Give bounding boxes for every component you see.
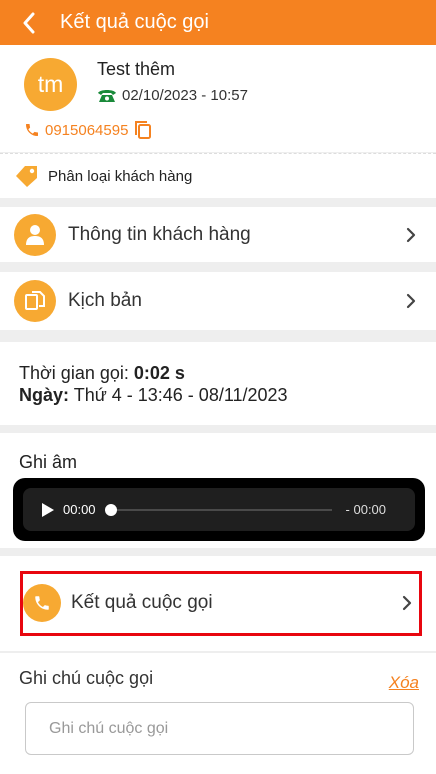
contact-datetime-value: 02/10/2023 - 10:57 <box>122 87 248 104</box>
call-result-label: Kết quả cuộc gọi <box>71 592 213 613</box>
tag-icon <box>16 166 37 187</box>
chevron-right-icon <box>406 293 416 309</box>
remaining-time: - 00:00 <box>345 502 387 517</box>
phone-icon <box>26 124 38 136</box>
recording-section: Ghi âm 00:00 - 00:00 <box>0 433 436 548</box>
script-row[interactable]: Kịch bản <box>0 272 436 330</box>
call-result-row[interactable]: Kết quả cuộc gọi <box>0 580 436 626</box>
contact-name: Test thêm <box>97 59 176 79</box>
user-icon <box>14 213 56 256</box>
call-duration-label: Thời gian gọi: <box>19 363 129 383</box>
back-icon[interactable] <box>18 12 40 34</box>
call-note-section: Ghi chú cuộc gọi Xóa <box>0 653 436 774</box>
call-date: Ngày: Thứ 4 - 13:46 - 08/11/2023 <box>19 384 436 406</box>
call-date-label: Ngày: <box>19 385 70 405</box>
telephone-icon <box>98 90 116 102</box>
customer-info-row[interactable]: Thông tin khách hàng <box>0 207 436 262</box>
top-bar: Kết quả cuộc gọi <box>0 0 436 45</box>
note-input[interactable] <box>25 702 414 755</box>
page-title: Kết quả cuộc gọi <box>60 11 209 33</box>
call-info: Thời gian gọi: 0:02 s Ngày: Thứ 4 - 13:4… <box>0 342 436 425</box>
phone-row: 0915064595 <box>24 120 152 140</box>
phone-number[interactable]: 0915064595 <box>45 122 128 139</box>
avatar: tm <box>24 58 77 111</box>
classification-label: Phân loại khách hàng <box>48 167 193 185</box>
note-title: Ghi chú cuộc gọi <box>19 668 154 688</box>
chevron-right-icon <box>406 227 416 242</box>
seek-knob[interactable] <box>104 503 117 516</box>
script-label: Kịch bản <box>68 290 142 311</box>
current-time: 00:00 <box>63 502 96 517</box>
call-duration: Thời gian gọi: 0:02 s <box>19 362 436 384</box>
call-date-value: Thứ 4 - 13:46 - 08/11/2023 <box>73 385 288 405</box>
seek-bar[interactable] <box>104 503 332 516</box>
clear-note-link[interactable]: Xóa <box>389 673 419 693</box>
contact-header: tm Test thêm 02/10/2023 - 10:57 09150645… <box>0 45 436 152</box>
audio-player: 00:00 - 00:00 <box>13 478 425 541</box>
call-duration-value: 0:02 s <box>133 363 185 383</box>
call-result-section: Kết quả cuộc gọi <box>0 556 436 651</box>
chevron-right-icon <box>402 595 412 611</box>
audio-controls: 00:00 - 00:00 <box>23 488 415 531</box>
contact-datetime: 02/10/2023 - 10:57 <box>97 87 248 104</box>
customer-classification[interactable]: Phân loại khách hàng <box>0 153 436 198</box>
play-icon[interactable] <box>41 502 55 518</box>
recording-title: Ghi âm <box>19 452 78 472</box>
customer-info-label: Thông tin khách hàng <box>68 223 251 245</box>
copy-icon[interactable] <box>134 120 152 140</box>
phone-icon <box>23 584 61 622</box>
document-icon <box>14 280 56 322</box>
